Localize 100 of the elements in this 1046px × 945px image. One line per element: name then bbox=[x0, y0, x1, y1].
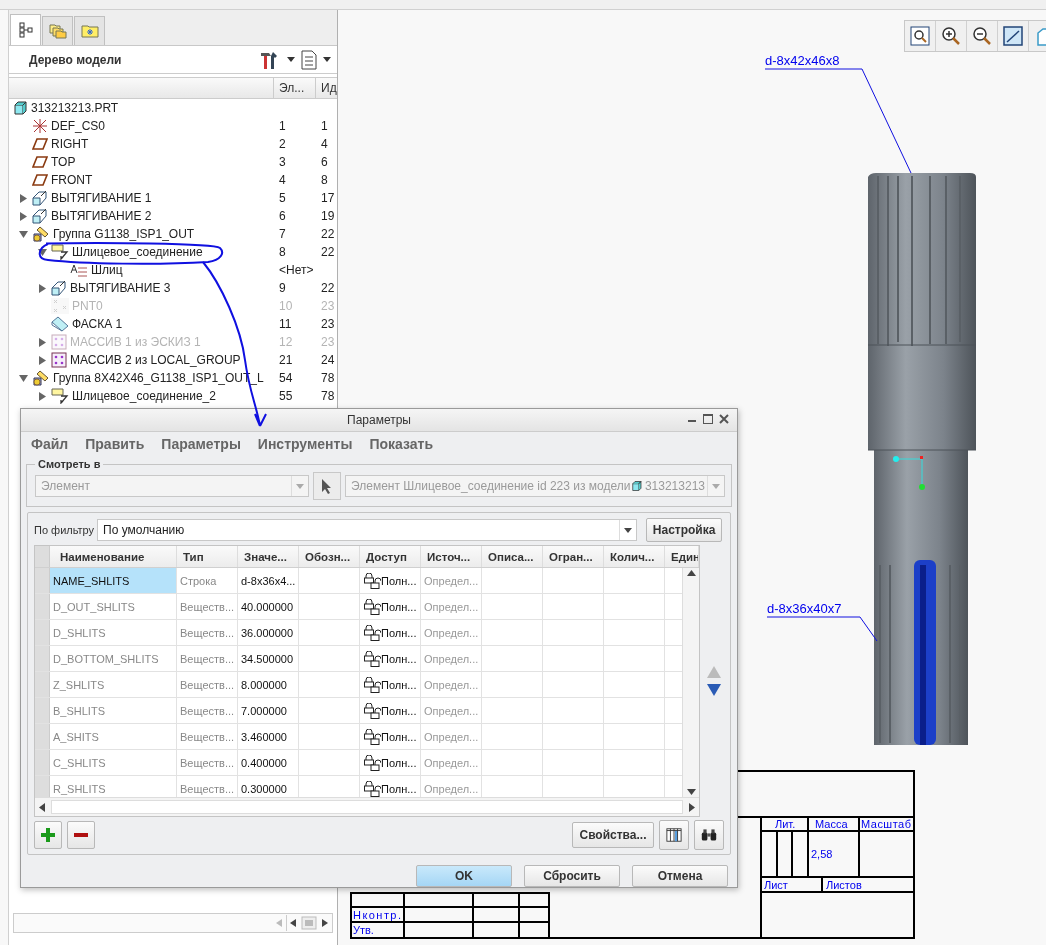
vertical-scrollbar[interactable] bbox=[682, 568, 699, 797]
add-button[interactable] bbox=[34, 821, 62, 849]
tree-item[interactable]: МАССИВ 2 из LOCAL_GROUP bbox=[70, 353, 241, 367]
tree-item[interactable]: RIGHT bbox=[51, 137, 89, 151]
tree-item[interactable]: Шлиц bbox=[91, 263, 123, 277]
properties-button[interactable]: Свойства... bbox=[572, 822, 654, 848]
tree-cell-text: 22 bbox=[320, 227, 336, 241]
list-settings-icon[interactable] bbox=[301, 49, 317, 70]
table-cell: Веществ... bbox=[177, 620, 238, 645]
column-header[interactable]: Наименование bbox=[50, 546, 177, 567]
expand-arrow-icon[interactable] bbox=[37, 391, 47, 401]
column-header[interactable]: Источ... bbox=[421, 546, 482, 567]
table-cell: Полн... bbox=[381, 730, 417, 743]
tree-item[interactable]: ВЫТЯГИВАНИЕ 1 bbox=[51, 191, 152, 205]
column-header[interactable]: Эл... bbox=[273, 78, 315, 98]
extrude-icon bbox=[32, 190, 48, 206]
column-header[interactable]: Доступ bbox=[360, 546, 421, 567]
expand-arrow-icon[interactable] bbox=[18, 211, 28, 221]
collapse-arrow-icon[interactable] bbox=[18, 373, 28, 383]
group-icon bbox=[32, 370, 50, 386]
filter-label: По фильтру bbox=[34, 524, 95, 536]
menu-item[interactable]: Файл bbox=[31, 435, 69, 452]
mass-value: 2,58 bbox=[811, 848, 833, 860]
panel-tab[interactable] bbox=[10, 14, 41, 45]
column-header[interactable]: Значе... bbox=[238, 546, 299, 567]
settings-button[interactable]: Настройка bbox=[646, 518, 723, 542]
folders-icon bbox=[48, 23, 67, 39]
columns-button[interactable] bbox=[659, 820, 689, 850]
title-block-label: Масса bbox=[815, 818, 848, 830]
star-folder-icon bbox=[80, 24, 99, 38]
dialog-button[interactable]: OK bbox=[416, 865, 512, 887]
scroll-up-icon[interactable] bbox=[686, 570, 696, 576]
tree-cell-text: 4 bbox=[320, 137, 329, 151]
horizontal-scrollbar[interactable] bbox=[13, 913, 333, 933]
pick-button[interactable] bbox=[313, 472, 341, 500]
tree-item[interactable]: 313213213.PRT bbox=[31, 101, 119, 115]
column-header[interactable]: Огран... bbox=[543, 546, 604, 567]
column-header[interactable]: Ид bbox=[315, 78, 337, 98]
horizontal-scrollbar[interactable] bbox=[35, 797, 699, 816]
table-cell: C_SHLITS bbox=[50, 750, 177, 775]
group-icon bbox=[32, 226, 50, 242]
table-cell: 7.000000 bbox=[238, 698, 299, 723]
column-header[interactable]: Колич... bbox=[604, 546, 665, 567]
tree-item[interactable]: TOP bbox=[51, 155, 76, 169]
scroll-left-icon[interactable] bbox=[39, 802, 45, 812]
menu-item[interactable]: Править bbox=[85, 435, 145, 452]
tree-item[interactable]: DEF_CS0 bbox=[51, 119, 106, 133]
table-cell: Полн... bbox=[381, 704, 417, 717]
filter-dropdown[interactable]: По умолчанию bbox=[97, 519, 638, 541]
tree-cell-text: 22 bbox=[320, 281, 336, 295]
tree-item[interactable]: Шлицевое_соединение bbox=[72, 245, 203, 259]
table-cell: Полн... bbox=[381, 756, 417, 769]
remove-button[interactable] bbox=[67, 821, 95, 849]
tree-item[interactable]: Группа G1138_ISP1_OUT bbox=[53, 227, 195, 241]
table-cell: NAME_SHLITS bbox=[50, 568, 177, 593]
lock-icon bbox=[363, 754, 381, 771]
menu-item[interactable]: Параметры bbox=[161, 435, 241, 452]
tree-item[interactable]: ВЫТЯГИВАНИЕ 2 bbox=[51, 209, 152, 223]
column-header[interactable]: Обозн... bbox=[299, 546, 360, 567]
table-cell: Определ... bbox=[421, 750, 482, 775]
tree-item[interactable]: Шлицевое_соединение_2 bbox=[72, 389, 216, 403]
expand-arrow-icon[interactable] bbox=[37, 283, 47, 293]
menu-item[interactable]: Инструменты bbox=[257, 435, 353, 452]
tree-cell-text: 7 bbox=[278, 227, 287, 241]
collapse-arrow-icon[interactable] bbox=[18, 229, 28, 239]
plane-icon bbox=[32, 137, 48, 151]
tree-cell-text: <Нет> bbox=[278, 263, 315, 277]
pattern-icon bbox=[51, 334, 67, 350]
scroll-right-icon[interactable] bbox=[689, 802, 695, 812]
tree-cell-text: 8 bbox=[320, 173, 329, 187]
tree-item[interactable]: ФАСКА 1 bbox=[72, 317, 123, 331]
dialog-button[interactable]: Отмена bbox=[632, 865, 728, 887]
tree-item[interactable]: FRONT bbox=[51, 173, 93, 187]
scroll-thumb[interactable] bbox=[51, 800, 683, 814]
expand-arrow-icon[interactable] bbox=[37, 355, 47, 365]
column-header[interactable]: Тип bbox=[177, 546, 238, 567]
tree-cell-text: 3 bbox=[278, 155, 287, 169]
tree-item[interactable]: ВЫТЯГИВАНИЕ 3 bbox=[70, 281, 171, 295]
corner-cell[interactable] bbox=[35, 546, 50, 567]
move-down-icon[interactable] bbox=[707, 684, 721, 696]
dialog-button[interactable]: Сбросить bbox=[524, 865, 620, 887]
collapse-arrow-icon[interactable] bbox=[37, 247, 47, 257]
close-icon[interactable] bbox=[719, 414, 729, 424]
plus-icon bbox=[41, 828, 55, 842]
expand-arrow-icon[interactable] bbox=[18, 193, 28, 203]
cube-icon bbox=[14, 101, 28, 115]
menu-item[interactable]: Показать bbox=[369, 435, 433, 452]
find-button[interactable] bbox=[694, 820, 724, 850]
tree-cell-text: 17 bbox=[320, 191, 336, 205]
column-header[interactable]: Описа... bbox=[482, 546, 543, 567]
binoculars-icon bbox=[701, 827, 717, 843]
maximize-icon[interactable] bbox=[703, 414, 713, 424]
dropdown-caret-icon[interactable] bbox=[323, 57, 331, 62]
scroll-down-icon[interactable] bbox=[686, 789, 696, 795]
pattern-icon bbox=[51, 352, 67, 368]
table-cell: D_BOTTOM_SHLITS bbox=[50, 646, 177, 671]
dropdown-caret-icon[interactable] bbox=[287, 57, 295, 62]
table-cell: d-8x36x4... bbox=[238, 568, 299, 593]
plane-icon bbox=[32, 155, 48, 169]
title-block-label: Нконтр. bbox=[353, 909, 401, 921]
